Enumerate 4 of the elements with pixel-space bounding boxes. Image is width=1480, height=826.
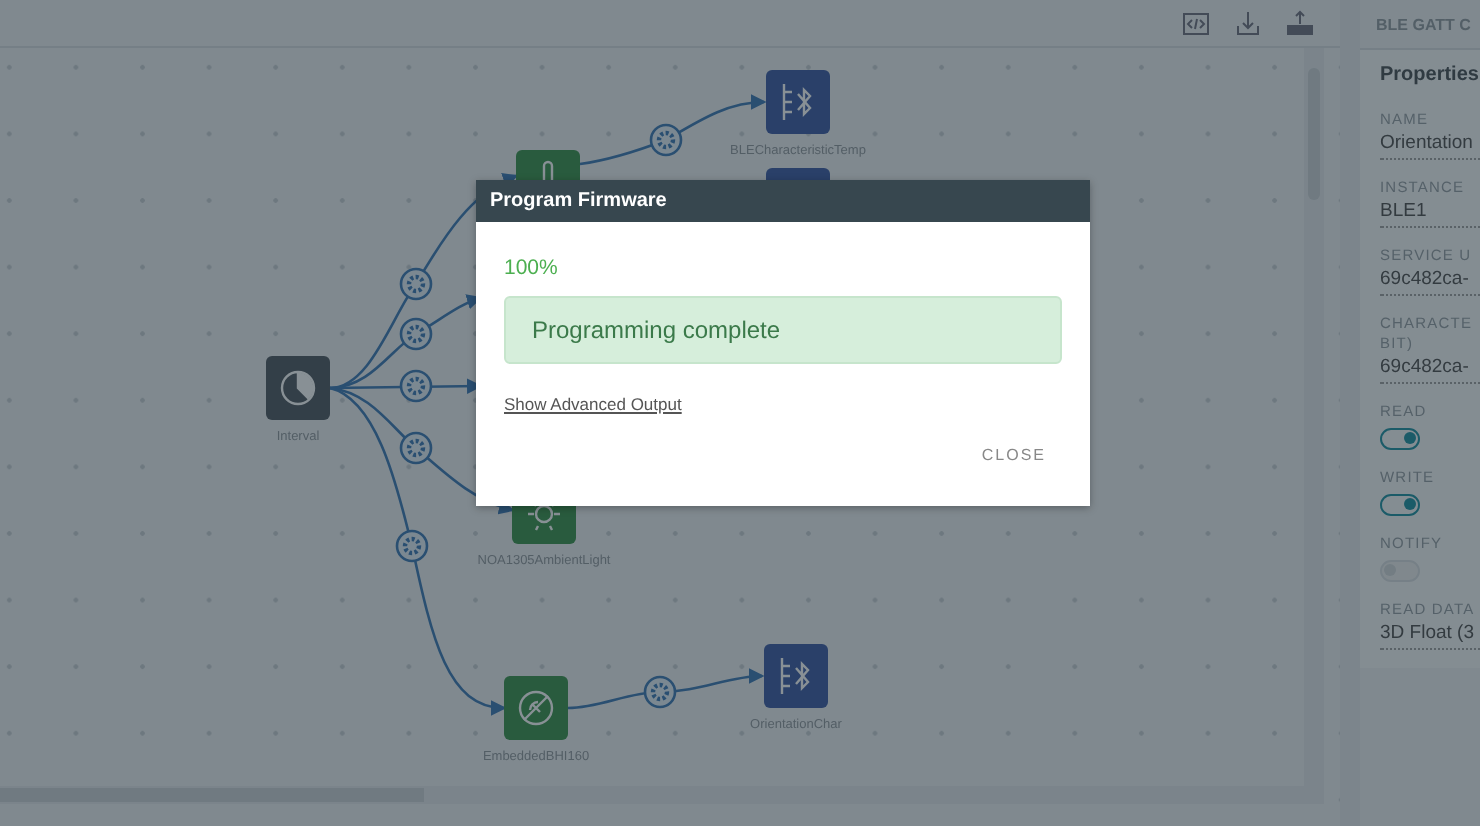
section-heading: Properties [1380, 64, 1480, 86]
success-message: Programming complete [504, 296, 1062, 364]
dialog-title: Program Firmware [476, 180, 1090, 222]
progress-text: 100% [504, 256, 558, 280]
